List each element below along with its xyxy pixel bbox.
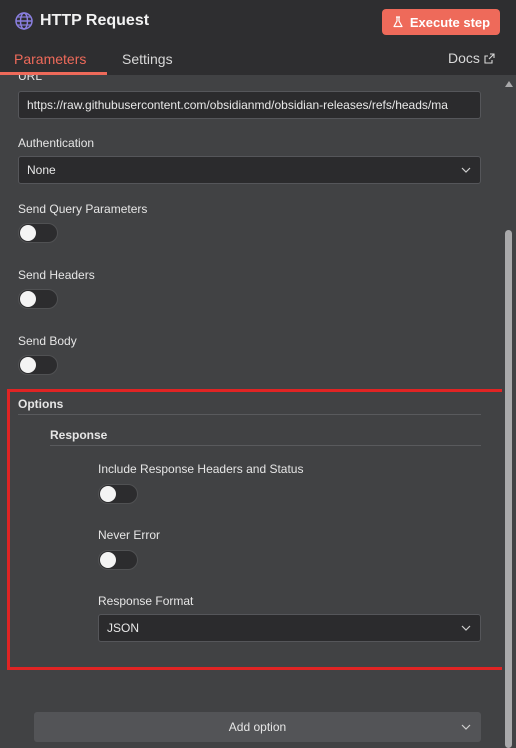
options-divider <box>18 414 481 415</box>
chevron-down-icon <box>461 167 471 173</box>
add-option-button[interactable]: Add option <box>34 712 481 742</box>
url-label: URL <box>18 75 43 83</box>
chevron-down-icon <box>461 625 471 631</box>
toggle-knob <box>100 486 116 502</box>
scroll-up-arrow-icon[interactable] <box>505 80 513 88</box>
never-error-toggle[interactable] <box>98 550 138 570</box>
add-option-label: Add option <box>228 720 287 734</box>
options-title: Options <box>18 397 64 411</box>
tab-settings[interactable]: Settings <box>122 50 173 68</box>
node-header: HTTP Request Execute step Parameters Set… <box>0 0 516 75</box>
include-headers-toggle[interactable] <box>98 484 138 504</box>
scrollbar-thumb[interactable] <box>505 230 512 748</box>
response-format-select[interactable]: JSON <box>98 614 481 642</box>
external-link-icon <box>484 52 495 64</box>
chevron-down-icon <box>461 724 471 730</box>
url-input[interactable]: https://raw.githubusercontent.com/obsidi… <box>18 91 481 119</box>
toggle-knob <box>20 291 36 307</box>
response-format-value: JSON <box>107 621 140 635</box>
include-headers-label: Include Response Headers and Status <box>98 462 304 476</box>
send-body-label: Send Body <box>18 334 77 348</box>
send-query-label: Send Query Parameters <box>18 202 148 216</box>
execute-step-button[interactable]: Execute step <box>382 9 500 35</box>
authentication-label: Authentication <box>18 136 95 150</box>
parameters-panel: URL https://raw.githubusercontent.com/ob… <box>0 75 502 748</box>
response-divider <box>50 445 481 446</box>
send-headers-label: Send Headers <box>18 268 95 282</box>
execute-step-label: Execute step <box>409 14 491 30</box>
flask-icon <box>393 16 403 28</box>
authentication-value: None <box>27 163 56 177</box>
toggle-knob <box>20 225 36 241</box>
response-format-label: Response Format <box>98 594 194 608</box>
toggle-knob <box>20 357 36 373</box>
toggle-knob <box>100 552 116 568</box>
send-body-toggle[interactable] <box>18 355 58 375</box>
docs-link[interactable]: Docs <box>448 50 495 66</box>
send-headers-toggle[interactable] <box>18 289 58 309</box>
response-title: Response <box>50 428 108 442</box>
node-title: HTTP Request <box>40 12 150 29</box>
globe-icon <box>15 12 33 30</box>
send-query-toggle[interactable] <box>18 223 58 243</box>
docs-label: Docs <box>448 50 480 66</box>
authentication-select[interactable]: None <box>18 156 481 184</box>
tab-parameters[interactable]: Parameters <box>14 50 86 68</box>
never-error-label: Never Error <box>98 528 161 542</box>
